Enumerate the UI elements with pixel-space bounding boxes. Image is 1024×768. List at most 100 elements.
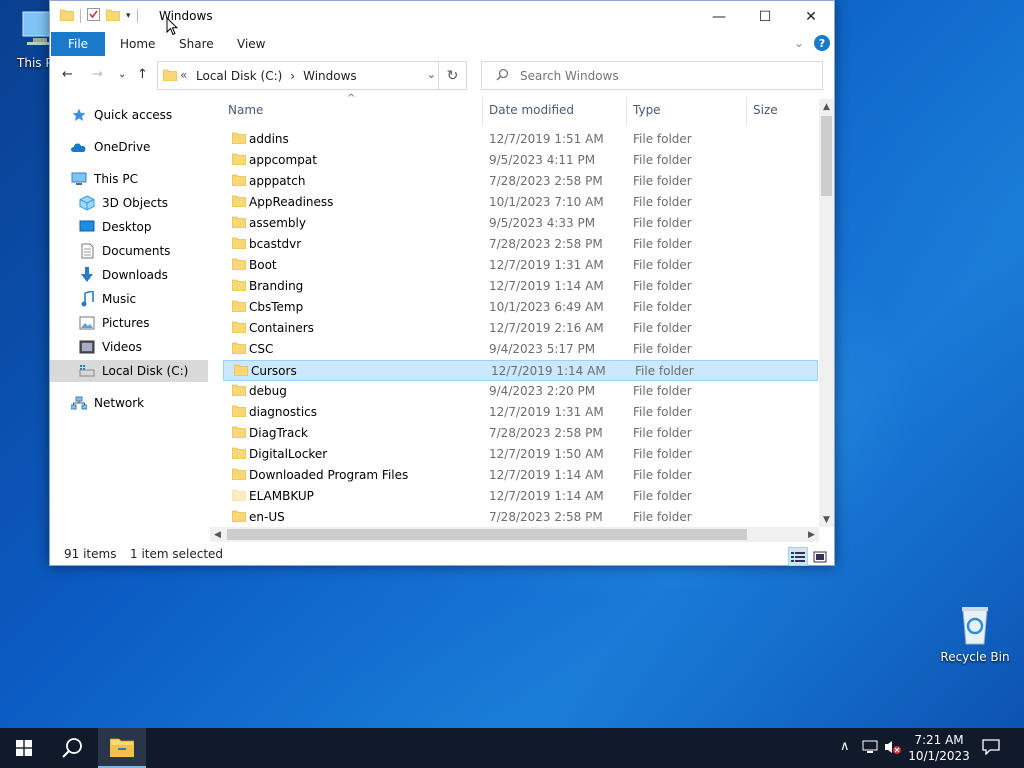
clock-time: 7:21 AM <box>914 733 964 747</box>
tab-share[interactable]: Share <box>179 37 214 51</box>
vertical-scrollbar[interactable]: ▲ ▼ <box>819 99 834 527</box>
horizontal-scrollbar[interactable]: ◀ ▶ <box>210 527 819 542</box>
table-row[interactable]: CSC 9/4/2023 5:17 PM File folder <box>222 339 818 360</box>
download-icon <box>78 267 96 283</box>
system-clock[interactable]: 7:21 AM 10/1/2023 <box>905 732 973 764</box>
up-button[interactable]: ↑ <box>137 67 148 82</box>
nav-item-3d-objects[interactable]: 3D Objects <box>50 192 208 214</box>
scroll-right-icon[interactable]: ▶ <box>804 527 819 542</box>
table-row[interactable]: DigitalLocker 12/7/2019 1:50 AM File folde… <box>222 444 818 465</box>
nav-item-videos[interactable]: Videos <box>50 336 208 358</box>
search-input[interactable] <box>520 66 810 86</box>
large-icons-view-button[interactable] <box>810 547 830 566</box>
breadcrumb-local-disk[interactable]: Local Disk (C:) <box>196 69 282 83</box>
expand-ribbon-icon[interactable]: ⌄ <box>794 36 804 50</box>
table-row[interactable]: appcompat 9/5/2023 4:11 PM File folder <box>222 150 818 171</box>
column-divider[interactable] <box>626 97 627 125</box>
table-row[interactable]: diagnostics 12/7/2019 1:31 AM File folder <box>222 402 818 423</box>
nav-item-downloads[interactable]: Downloads <box>50 264 208 286</box>
help-icon[interactable]: ? <box>814 35 830 51</box>
table-row[interactable]: debug 9/4/2023 2:20 PM File folder <box>222 381 818 402</box>
search-icon <box>62 738 82 758</box>
breadcrumb-windows[interactable]: Windows <box>303 69 357 83</box>
table-row[interactable]: apppatch 7/28/2023 2:58 PM File folder <box>222 171 818 192</box>
minimize-button[interactable]: — <box>696 1 742 32</box>
table-row[interactable]: Containers 12/7/2019 2:16 AM File folder <box>222 318 818 339</box>
network-icon[interactable] <box>862 740 878 758</box>
column-header-date-modified[interactable]: Date modified <box>489 103 574 117</box>
folder-icon <box>231 300 247 315</box>
table-row[interactable]: Branding 12/7/2019 1:14 AM File folder <box>222 276 818 297</box>
toolbar-separator <box>136 9 138 23</box>
table-row[interactable]: ELAMBKUP 12/7/2019 1:14 AM File folder <box>222 486 818 507</box>
nav-item-this-pc[interactable]: This PC <box>50 168 208 190</box>
folder-icon <box>231 195 247 210</box>
table-row[interactable]: bcastdvr 7/28/2023 2:58 PM File folder <box>222 234 818 255</box>
nav-item-network[interactable]: Network <box>50 392 208 414</box>
scroll-down-icon[interactable]: ▼ <box>819 512 834 527</box>
file-type: File folder <box>633 237 692 251</box>
action-center-icon[interactable] <box>982 739 1000 759</box>
table-row[interactable]: AppReadiness 10/1/2023 7:10 AM File folder <box>222 192 818 213</box>
file-type: File folder <box>633 153 692 167</box>
start-button[interactable] <box>0 728 48 768</box>
nav-item-desktop[interactable]: Desktop <box>50 216 208 238</box>
address-bar[interactable]: « Local Disk (C:) › Windows ⌄ ↻ <box>157 61 467 90</box>
address-overflow[interactable]: « <box>180 68 187 82</box>
file-date-modified: 12/7/2019 2:16 AM <box>489 321 604 335</box>
back-button[interactable]: ← <box>62 67 73 82</box>
scroll-up-icon[interactable]: ▲ <box>819 99 834 114</box>
tab-home[interactable]: Home <box>120 37 155 51</box>
vertical-scroll-thumb[interactable] <box>821 116 832 196</box>
nav-item-pictures[interactable]: Pictures <box>50 312 208 334</box>
table-row[interactable]: Cursors 12/7/2019 1:14 AM File folder <box>223 360 818 381</box>
table-row[interactable]: CbsTemp 10/1/2023 6:49 AM File folder <box>222 297 818 318</box>
volume-muted-icon[interactable] <box>884 740 902 758</box>
column-header-type[interactable]: Type <box>633 103 661 117</box>
mouse-pointer-icon <box>166 16 179 39</box>
column-header-name[interactable]: Name <box>228 103 263 117</box>
file-type: File folder <box>633 258 692 272</box>
folder-icon <box>233 364 249 379</box>
file-date-modified: 10/1/2023 6:49 AM <box>489 300 604 314</box>
table-row[interactable]: Boot 12/7/2019 1:31 AM File folder <box>222 255 818 276</box>
desktop-icon-recycle-bin[interactable]: Recycle Bin <box>938 602 1012 664</box>
tray-overflow-button[interactable]: ∧ <box>840 739 850 754</box>
table-row[interactable]: en-US 7/28/2023 2:58 PM File folder <box>222 507 818 528</box>
navigation-bar: ← → ⌄ ↑ « Local Disk (C:) › Windows ⌄ ↻ <box>50 59 834 93</box>
forward-button[interactable]: → <box>92 67 103 82</box>
recent-locations-button[interactable]: ⌄ <box>118 69 126 80</box>
table-row[interactable]: addins 12/7/2019 1:51 AM File folder <box>222 129 818 150</box>
new-folder-icon[interactable] <box>105 9 121 24</box>
column-header-size[interactable]: Size <box>753 103 778 117</box>
nav-item-documents[interactable]: Documents <box>50 240 208 262</box>
close-button[interactable]: ✕ <box>788 1 834 32</box>
file-date-modified: 12/7/2019 1:31 AM <box>489 258 604 272</box>
folder-icon <box>231 153 247 168</box>
maximize-button[interactable]: ☐ <box>742 1 788 32</box>
nav-item-onedrive[interactable]: OneDrive <box>50 136 208 158</box>
scroll-left-icon[interactable]: ◀ <box>210 527 225 542</box>
details-view-button[interactable] <box>788 547 808 566</box>
properties-icon[interactable] <box>87 8 100 24</box>
nav-item-music[interactable]: Music <box>50 288 208 310</box>
table-row[interactable]: Downloaded Program Files 12/7/2019 1:14 A… <box>222 465 818 486</box>
horizontal-scroll-thumb[interactable] <box>227 529 747 540</box>
file-name: Branding <box>249 279 304 293</box>
file-name: addins <box>249 132 289 146</box>
search-button[interactable] <box>48 728 96 768</box>
tab-view[interactable]: View <box>237 37 265 51</box>
table-row[interactable]: DiagTrack 7/28/2023 2:58 PM File folder <box>222 423 818 444</box>
tab-file[interactable]: File <box>51 32 105 56</box>
refresh-button[interactable]: ↻ <box>438 61 467 90</box>
nav-item-local-disk-c[interactable]: Local Disk (C:) <box>50 360 208 382</box>
address-dropdown-button[interactable]: ⌄ <box>427 68 436 81</box>
customize-toolbar-icon[interactable]: ▾ <box>126 11 131 21</box>
table-row[interactable]: assembly 9/5/2023 4:33 PM File folder <box>222 213 818 234</box>
search-box[interactable] <box>481 61 823 90</box>
file-type: File folder <box>633 321 692 335</box>
taskbar-file-explorer[interactable] <box>98 728 146 768</box>
column-divider[interactable] <box>482 97 483 125</box>
column-divider[interactable] <box>746 97 747 125</box>
nav-item-quick-access[interactable]: Quick access <box>50 104 208 126</box>
